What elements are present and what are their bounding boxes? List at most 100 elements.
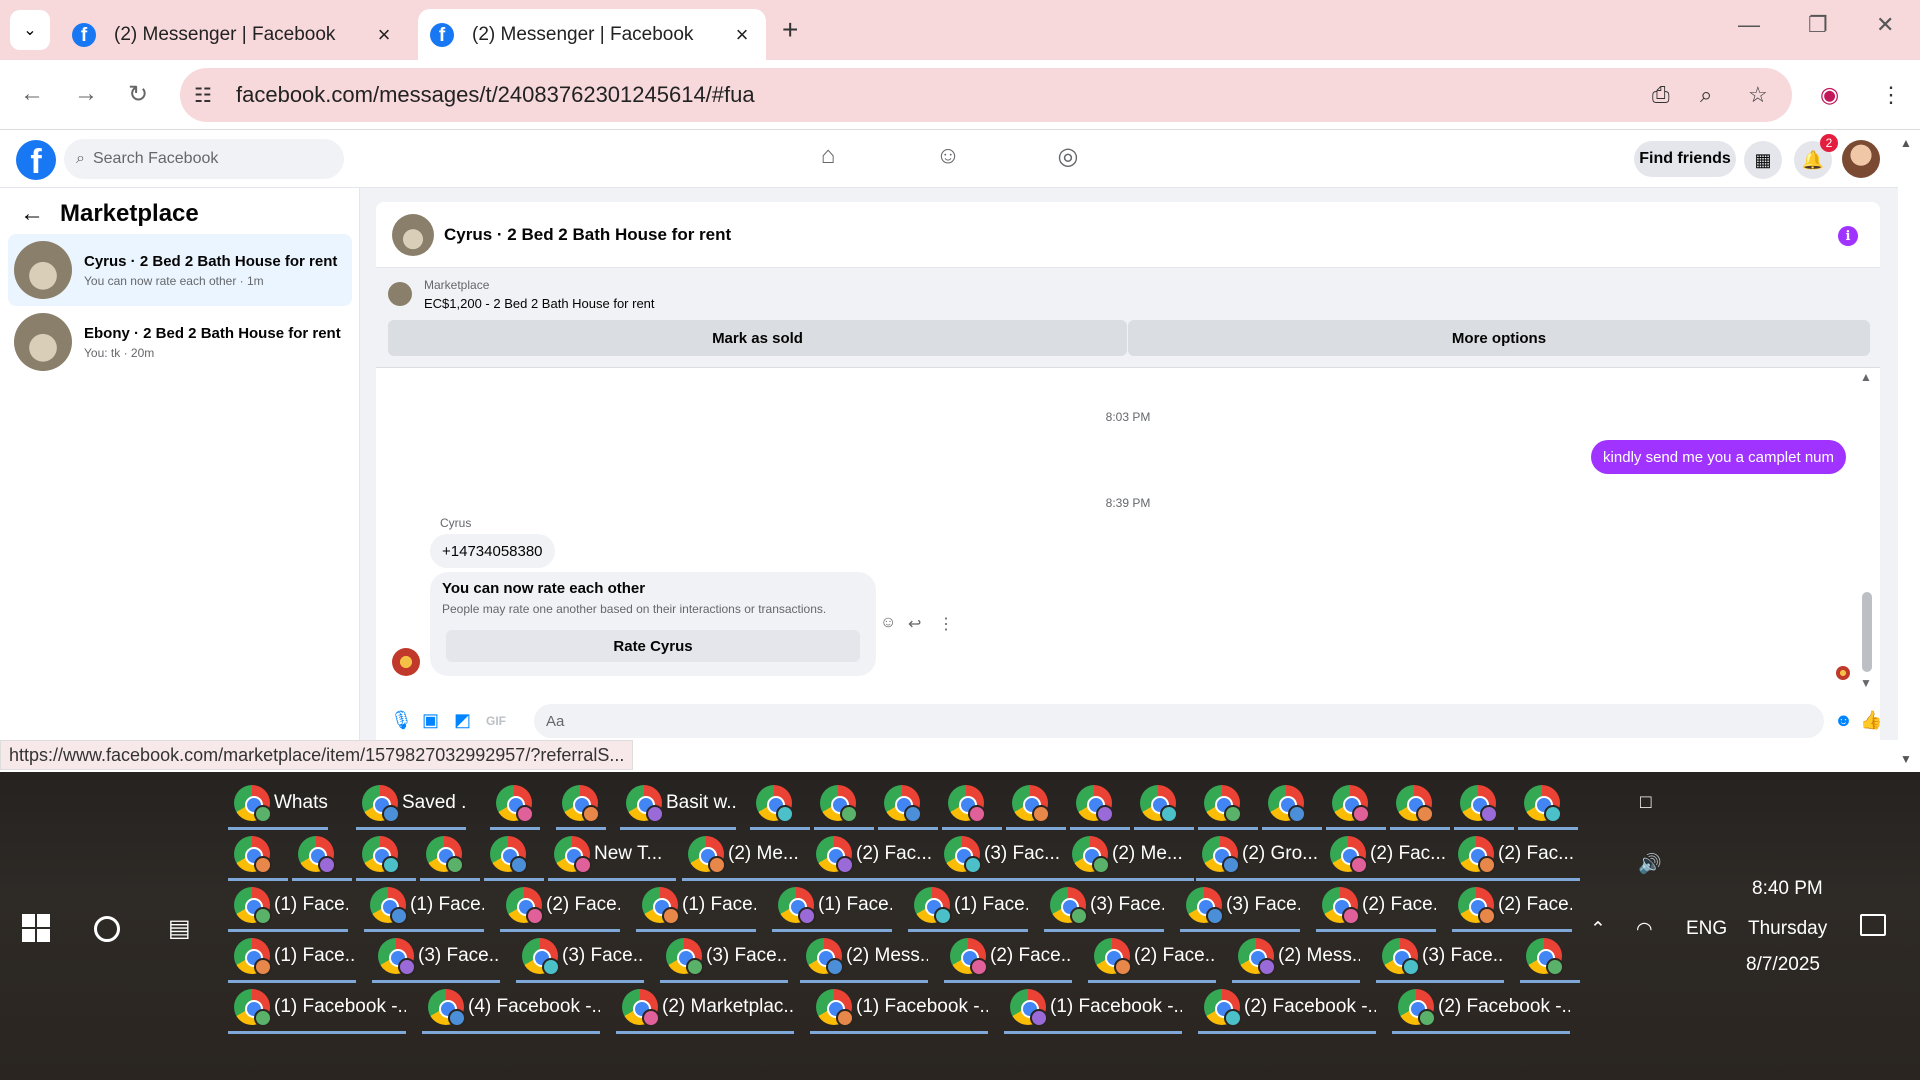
taskbar-app-button[interactable]: (1) Face... <box>364 880 484 932</box>
taskbar-app-button[interactable]: (3) Face... <box>1180 880 1300 932</box>
taskbar-app-button[interactable] <box>556 778 606 830</box>
taskbar-app-button[interactable] <box>878 778 938 830</box>
mark-as-sold-button[interactable]: Mark as sold <box>388 320 1127 356</box>
taskbar-app-button[interactable] <box>814 778 874 830</box>
taskbar-app-button[interactable] <box>1454 778 1514 830</box>
taskbar-app-button[interactable]: Basit w... <box>620 778 736 830</box>
conversation-item-cyrus[interactable]: Cyrus · 2 Bed 2 Bath House for rent You … <box>8 234 352 306</box>
task-view-icon[interactable]: ▤ <box>168 914 191 943</box>
install-app-icon[interactable]: ⎙ <box>1652 82 1670 108</box>
bookmark-star-icon[interactable]: ☆ <box>1748 82 1768 108</box>
taskbar-app-button[interactable]: New T... <box>548 829 676 881</box>
taskbar-app-button[interactable]: (1) Face... <box>228 931 356 983</box>
find-friends-button[interactable]: Find friends <box>1634 141 1736 177</box>
react-emoji-icon[interactable]: ☺ <box>880 614 896 632</box>
microphone-icon[interactable]: 🎙 <box>390 710 413 731</box>
taskbar-app-button[interactable] <box>484 829 544 881</box>
restore-icon[interactable]: ❐ <box>1808 12 1828 38</box>
friends-icon[interactable]: ☺ <box>930 142 966 178</box>
forward-icon[interactable]: → <box>74 80 98 108</box>
site-info-icon[interactable]: ☷ <box>194 83 222 108</box>
taskbar-app-button[interactable]: (1) Face... <box>772 880 892 932</box>
language-indicator[interactable]: ENG <box>1686 918 1727 940</box>
taskbar-app-button[interactable] <box>1134 778 1194 830</box>
taskbar-app-button[interactable] <box>356 829 416 881</box>
clock-day[interactable]: Thursday <box>1748 918 1827 940</box>
home-icon[interactable]: ⌂ <box>810 142 846 178</box>
taskbar-app-button[interactable]: (3) Fac... <box>938 829 1066 881</box>
taskbar-app-button[interactable]: (3) Face... <box>516 931 644 983</box>
notification-center-icon[interactable] <box>1860 914 1886 936</box>
close-window-icon[interactable]: ✕ <box>1876 12 1894 38</box>
taskbar-app-button[interactable]: (1) Face... <box>636 880 756 932</box>
clock-time[interactable]: 8:40 PM <box>1752 878 1823 900</box>
volume-icon[interactable]: 🔊 <box>1638 852 1662 876</box>
taskbar-app-button[interactable] <box>750 778 810 830</box>
close-tab-icon[interactable]: × <box>730 22 754 48</box>
taskbar-app-button[interactable]: (2) Face... <box>1316 880 1436 932</box>
menu-grid-icon[interactable]: ▦ <box>1744 141 1782 179</box>
facebook-logo-icon[interactable]: f <box>16 140 56 180</box>
taskbar-app-button[interactable]: (3) Face... <box>1044 880 1164 932</box>
taskbar-app-button[interactable]: (1) Facebook -... <box>1004 982 1182 1034</box>
taskbar-app-button[interactable]: (4) Facebook -... <box>422 982 600 1034</box>
taskbar-app-button[interactable]: (2) Gro... <box>1196 829 1324 881</box>
taskbar-app-button[interactable]: (2) Face... <box>1088 931 1216 983</box>
rate-cyrus-button[interactable]: Rate Cyrus <box>446 630 860 662</box>
account-avatar[interactable] <box>1842 140 1880 178</box>
taskbar-app-button[interactable]: (2) Face... <box>500 880 620 932</box>
taskbar-app-button[interactable] <box>942 778 1002 830</box>
search-facebook-input[interactable]: ⌕ Search Facebook <box>64 139 344 179</box>
listing-detail[interactable]: EC$1,200 - 2 Bed 2 Bath House for rent <box>424 296 655 311</box>
contact-avatar[interactable] <box>392 648 420 676</box>
browser-tab[interactable]: f (2) Messenger | Facebook × <box>60 9 408 60</box>
chat-title[interactable]: Cyrus · 2 Bed 2 Bath House for rent <box>444 225 731 245</box>
clock-date[interactable]: 8/7/2025 <box>1746 954 1820 976</box>
taskbar-app-button[interactable]: (2) Marketplac... <box>616 982 794 1034</box>
taskbar-app-button[interactable]: (2) Mess... <box>1232 931 1360 983</box>
emoji-icon[interactable]: ☻ <box>1834 710 1853 731</box>
tray-chevron-up-icon[interactable]: ⌃ <box>1590 918 1606 941</box>
gif-icon[interactable]: GIF <box>486 714 506 728</box>
taskbar-app-button[interactable] <box>1518 778 1578 830</box>
menu-kebab-icon[interactable]: ⋮ <box>1880 82 1902 108</box>
address-bar[interactable]: ☷ facebook.com/messages/t/24083762301245… <box>180 68 1792 122</box>
taskbar-app-button[interactable] <box>1070 778 1130 830</box>
chat-scrollbar[interactable] <box>1862 592 1872 672</box>
groups-icon[interactable]: ◎ <box>1050 142 1086 178</box>
conversation-item-ebony[interactable]: Ebony · 2 Bed 2 Bath House for rent You:… <box>8 306 352 378</box>
back-icon[interactable]: ← <box>20 80 44 108</box>
taskbar-app-button[interactable]: (2) Face... <box>1452 880 1572 932</box>
photo-icon[interactable]: ▣ <box>422 710 439 731</box>
taskbar-app-button[interactable]: (1) Face... <box>908 880 1028 932</box>
taskbar-app-button[interactable]: (2) Fac... <box>1324 829 1452 881</box>
taskbar-app-button[interactable]: (2) Me... <box>682 829 810 881</box>
more-actions-icon[interactable]: ⋮ <box>938 614 954 634</box>
windows-start-icon[interactable] <box>22 914 50 942</box>
more-options-button[interactable]: More options <box>1128 320 1870 356</box>
profile-icon[interactable]: ◉ <box>1820 82 1839 108</box>
close-tab-icon[interactable]: × <box>372 22 396 48</box>
taskbar-app-button[interactable] <box>1520 931 1580 983</box>
scroll-up-icon[interactable]: ▲ <box>1860 370 1872 384</box>
info-icon[interactable]: i <box>1838 226 1858 246</box>
outgoing-message[interactable]: kindly send me you a camplet num <box>1591 440 1846 474</box>
taskbar-app-button[interactable] <box>1006 778 1066 830</box>
zoom-icon[interactable]: ⌕ <box>1700 82 1712 108</box>
taskbar-app-button[interactable] <box>1326 778 1386 830</box>
meet-now-icon[interactable]: □ <box>1640 792 1651 814</box>
taskbar-app-button[interactable] <box>1262 778 1322 830</box>
sticker-icon[interactable]: ◩ <box>454 710 471 731</box>
taskbar-app-button[interactable]: (3) Face... <box>660 931 788 983</box>
taskbar-app-button[interactable]: (2) Mess... <box>800 931 928 983</box>
taskbar-app-button[interactable]: (2) Fac... <box>1452 829 1580 881</box>
scroll-down-icon[interactable]: ▼ <box>1860 676 1872 690</box>
minimize-icon[interactable]: — <box>1738 12 1760 38</box>
taskbar-app-button[interactable]: Saved ... <box>356 778 466 830</box>
taskbar-app-button[interactable]: (2) Face... <box>944 931 1072 983</box>
taskbar-app-button[interactable] <box>1390 778 1450 830</box>
taskbar-app-button[interactable]: (1) Facebook -... <box>810 982 988 1034</box>
reload-icon[interactable]: ↻ <box>128 80 148 109</box>
taskbar-app-button[interactable] <box>228 829 288 881</box>
taskbar-app-button[interactable] <box>1198 778 1258 830</box>
